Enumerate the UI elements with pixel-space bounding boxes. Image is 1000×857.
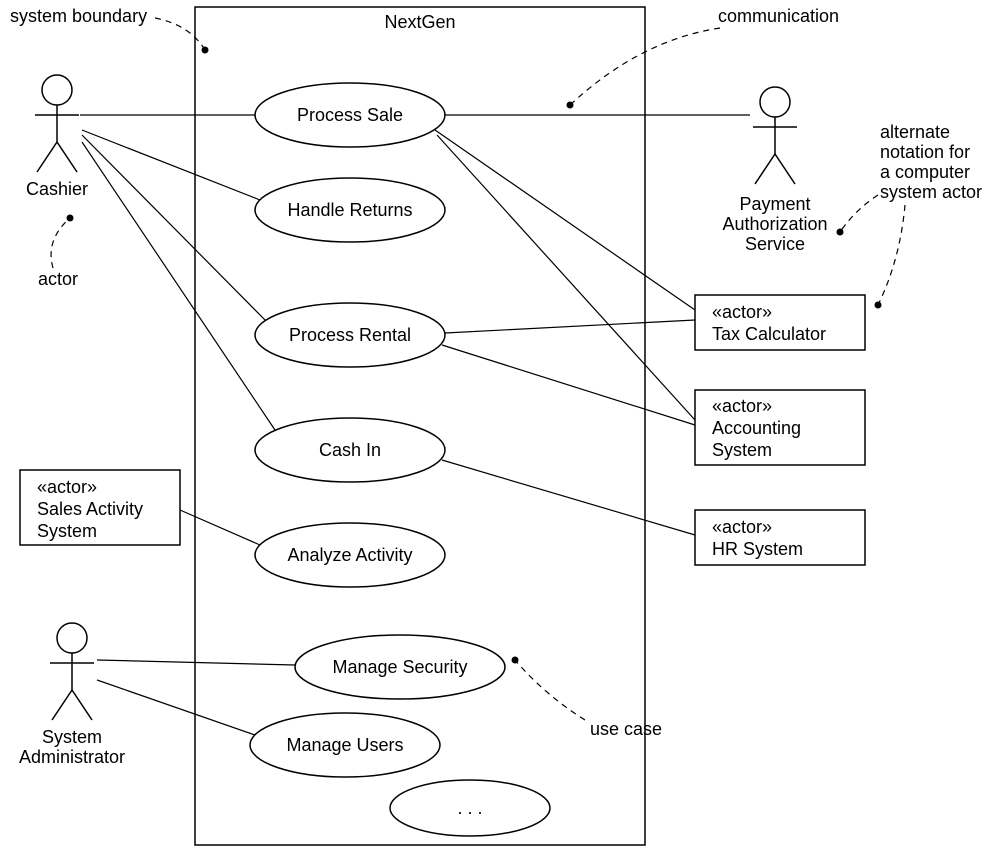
actor-label: Accounting bbox=[712, 418, 801, 438]
annotation-alt-3: a computer bbox=[880, 162, 970, 182]
actor-box-tax-calculator: «actor» Tax Calculator bbox=[695, 295, 865, 350]
use-case-cash-in: Cash In bbox=[255, 418, 445, 482]
actor-label: Payment bbox=[739, 194, 810, 214]
use-case-process-sale: Process Sale bbox=[255, 83, 445, 147]
actor-sysadmin: System Administrator bbox=[19, 623, 125, 767]
use-case-label: Process Rental bbox=[289, 325, 411, 345]
annotation-alt-1: alternate bbox=[880, 122, 950, 142]
actor-label: System bbox=[712, 440, 772, 460]
use-case-label: Process Sale bbox=[297, 105, 403, 125]
annotation-system-boundary: system boundary bbox=[10, 6, 147, 26]
stereotype-label: «actor» bbox=[37, 477, 97, 497]
actor-box-hr-system: «actor» HR System bbox=[695, 510, 865, 565]
stereotype-label: «actor» bbox=[712, 302, 772, 322]
annotations: system boundary communication actor use … bbox=[10, 6, 982, 739]
actor-payment-auth-service: Payment Authorization Service bbox=[722, 87, 827, 254]
use-case-label: Analyze Activity bbox=[287, 545, 412, 565]
annotation-alt-4: system actor bbox=[880, 182, 982, 202]
actor-label: HR System bbox=[712, 539, 803, 559]
actor-label: System bbox=[42, 727, 102, 747]
actor-label: Administrator bbox=[19, 747, 125, 767]
use-case-label: Cash In bbox=[319, 440, 381, 460]
annotation-alt-2: notation for bbox=[880, 142, 970, 162]
use-case-label: Handle Returns bbox=[287, 200, 412, 220]
actor-label: Service bbox=[745, 234, 805, 254]
annotation-actor: actor bbox=[38, 269, 78, 289]
stereotype-label: «actor» bbox=[712, 517, 772, 537]
system-title: NextGen bbox=[384, 12, 455, 32]
actor-label: System bbox=[37, 521, 97, 541]
actor-label: Tax Calculator bbox=[712, 324, 826, 344]
actor-box-sales-activity-system: «actor» Sales Activity System bbox=[20, 470, 180, 545]
annotation-communication: communication bbox=[718, 6, 839, 26]
annotation-use-case: use case bbox=[590, 719, 662, 739]
actor-cashier: Cashier bbox=[26, 75, 88, 199]
use-case-manage-users: Manage Users bbox=[250, 713, 440, 777]
stereotype-label: «actor» bbox=[712, 396, 772, 416]
use-case-process-rental: Process Rental bbox=[255, 303, 445, 367]
use-case-label: . . . bbox=[457, 798, 482, 818]
use-case-analyze-activity: Analyze Activity bbox=[255, 523, 445, 587]
use-case-diagram: NextGen Process Sale Handle Returns Proc… bbox=[0, 0, 1000, 857]
actor-label: Cashier bbox=[26, 179, 88, 199]
actor-label: Sales Activity bbox=[37, 499, 143, 519]
actor-box-accounting-system: «actor» Accounting System bbox=[695, 390, 865, 465]
use-case-label: Manage Users bbox=[286, 735, 403, 755]
use-case-label: Manage Security bbox=[332, 657, 467, 677]
actor-label: Authorization bbox=[722, 214, 827, 234]
use-case-handle-returns: Handle Returns bbox=[255, 178, 445, 242]
use-case-manage-security: Manage Security bbox=[295, 635, 505, 699]
use-case-more: . . . bbox=[390, 780, 550, 836]
